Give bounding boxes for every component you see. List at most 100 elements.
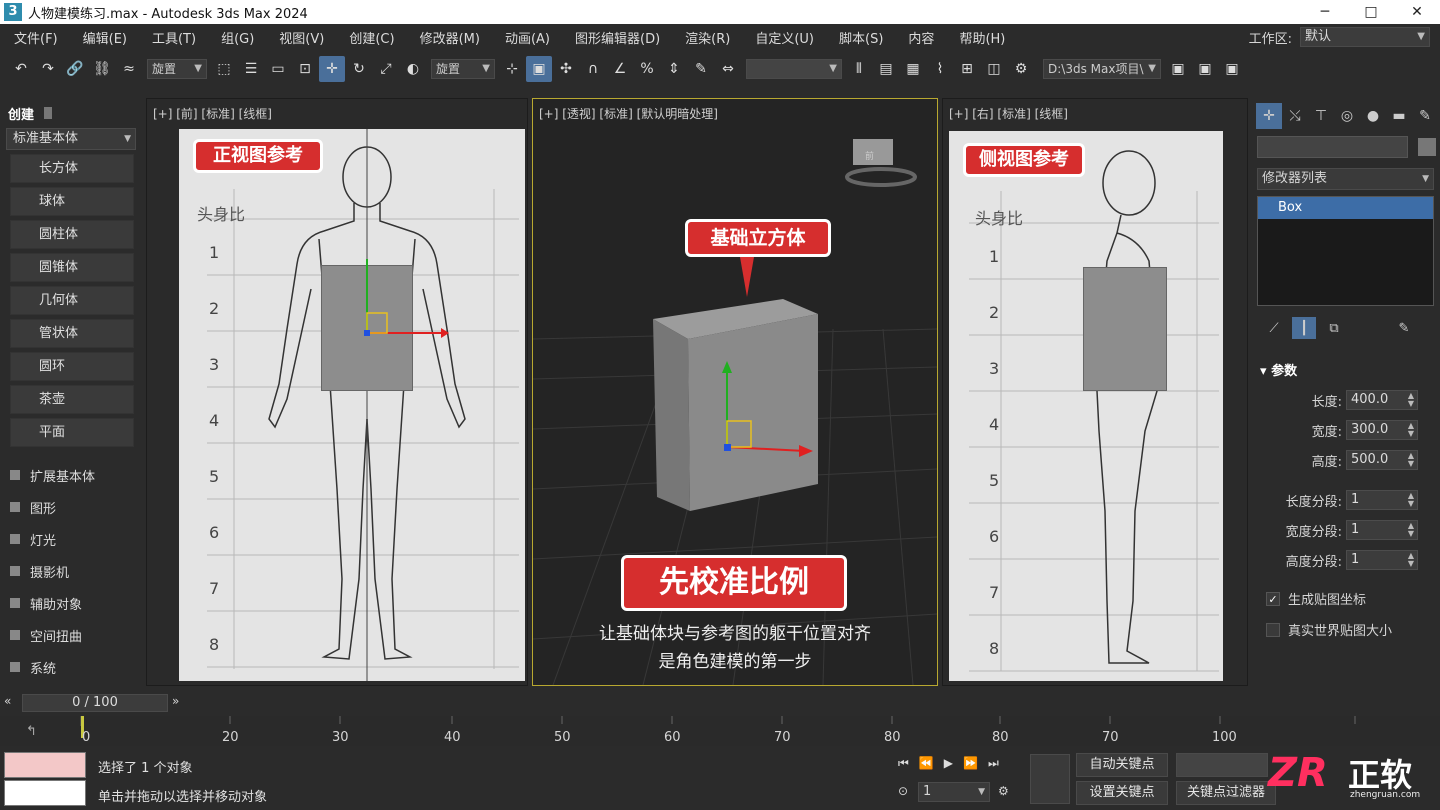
side-viewport[interactable]: [+] [右] [标准] [线框] 侧视图参考 头身比 1 2 3 4 5 6 … bbox=[942, 98, 1248, 686]
box-torso-side[interactable] bbox=[1083, 267, 1167, 391]
render-production-icon[interactable]: ▣ bbox=[1192, 56, 1218, 82]
render-setup-icon[interactable]: ⚙ bbox=[1008, 56, 1034, 82]
next-key-icon[interactable]: ⏩ bbox=[963, 756, 978, 771]
side-viewport-label[interactable]: [+] [右] [标准] [线框] bbox=[949, 105, 1068, 122]
close-button[interactable]: ✕ bbox=[1394, 0, 1440, 24]
select-object-icon[interactable]: ⬚ bbox=[211, 56, 237, 82]
category-cameras[interactable]: 摄影机 bbox=[0, 555, 142, 587]
menu-scripting[interactable]: 脚本(S) bbox=[825, 28, 894, 47]
configure-sets-icon[interactable]: ✎ bbox=[1392, 317, 1416, 339]
select-manipulate-icon[interactable]: ▣ bbox=[526, 56, 552, 82]
project-path-dropdown[interactable]: D:\3ds Max项目\ ▼ bbox=[1043, 59, 1161, 79]
undo-icon[interactable]: ↶ bbox=[8, 56, 34, 82]
prev-key-icon[interactable]: ⏪ bbox=[919, 756, 934, 771]
menu-graph-editors[interactable]: 图形编辑器(D) bbox=[561, 28, 671, 47]
primitive-type-dropdown[interactable]: 标准基本体 ▼ bbox=[6, 128, 136, 150]
link-icon[interactable]: 🔗 bbox=[62, 56, 88, 82]
category-space-warps[interactable]: 空间扭曲 bbox=[0, 619, 142, 651]
set-key-big-icon[interactable] bbox=[1030, 754, 1070, 804]
viewcube-icon[interactable]: 前 bbox=[865, 149, 874, 162]
cone-button[interactable]: 圆锥体 bbox=[10, 253, 134, 282]
key-mode-icon[interactable]: ↰ bbox=[26, 724, 37, 739]
angle-snap-icon[interactable]: ∠ bbox=[607, 56, 633, 82]
box-button[interactable]: 长方体 bbox=[10, 154, 134, 183]
tube-button[interactable]: 管状体 bbox=[10, 319, 134, 348]
menu-customize[interactable]: 自定义(U) bbox=[741, 28, 825, 47]
object-color-swatch[interactable] bbox=[1418, 138, 1436, 156]
hierarchy-tab-icon[interactable]: ⊤ bbox=[1308, 103, 1334, 129]
show-end-result-icon[interactable]: ┃ bbox=[1292, 317, 1316, 339]
menu-views[interactable]: 视图(V) bbox=[265, 28, 335, 47]
stack-item-box[interactable]: Box bbox=[1258, 197, 1433, 219]
rotate-icon[interactable]: ↻ bbox=[346, 56, 372, 82]
next-frame-icon[interactable]: » bbox=[172, 694, 179, 708]
layer-explorer-icon[interactable]: ▤ bbox=[873, 56, 899, 82]
set-key-button[interactable]: 设置关键点 bbox=[1076, 781, 1168, 805]
cylinder-button[interactable]: 圆柱体 bbox=[10, 220, 134, 249]
mirror-icon[interactable]: ⇔ bbox=[715, 56, 741, 82]
torus-button[interactable]: 圆环 bbox=[10, 352, 134, 381]
category-lights[interactable]: 灯光 bbox=[0, 523, 142, 555]
reference-coord-dropdown[interactable]: 旋置 ▼ bbox=[431, 59, 495, 79]
edit-named-selection-icon[interactable]: ✎ bbox=[688, 56, 714, 82]
scale-icon[interactable]: ⤢ bbox=[373, 56, 399, 82]
select-by-name-icon[interactable]: ☰ bbox=[238, 56, 264, 82]
pin-stack-icon[interactable]: ⟋ bbox=[1262, 317, 1286, 339]
utilities-tab-icon[interactable]: ▬ bbox=[1386, 103, 1412, 129]
height-spinner[interactable]: 500.0 ▲ ▼ bbox=[1346, 450, 1418, 470]
key-mode-toggle-icon[interactable]: ⊙ bbox=[898, 784, 908, 798]
menu-help[interactable]: 帮助(H) bbox=[945, 28, 1016, 47]
goto-start-icon[interactable]: ⏮ bbox=[898, 756, 909, 771]
menu-content[interactable]: 内容 bbox=[894, 28, 945, 47]
track-bar[interactable]: ↰ 0 20 30 40 50 60 70 80 80 70 100 bbox=[0, 716, 1440, 746]
minimize-button[interactable]: ─ bbox=[1302, 0, 1348, 24]
real-world-map-size-checkbox[interactable]: 真实世界贴图大小 bbox=[1252, 614, 1440, 645]
keyboard-shortcut-icon[interactable]: ✣ bbox=[553, 56, 579, 82]
menu-group[interactable]: 组(G) bbox=[207, 28, 265, 47]
front-viewport[interactable]: [+] [前] [标准] [线框] 正视图参考 头身比 1 2 3 4 5 6 … bbox=[146, 98, 528, 686]
category-systems[interactable]: 系统 bbox=[0, 651, 142, 683]
key-selection-dropdown[interactable] bbox=[1176, 753, 1268, 777]
menu-edit[interactable]: 编辑(E) bbox=[69, 28, 138, 47]
pivot-center-icon[interactable]: ⊹ bbox=[499, 56, 525, 82]
time-slider[interactable]: 0 / 100 bbox=[22, 694, 168, 712]
move-icon[interactable]: ✛ bbox=[319, 56, 345, 82]
motion-tab-icon[interactable]: ◎ bbox=[1334, 103, 1360, 129]
front-viewport-label[interactable]: [+] [前] [标准] [线框] bbox=[153, 105, 272, 122]
menu-create[interactable]: 创建(C) bbox=[335, 28, 405, 47]
menu-animation[interactable]: 动画(A) bbox=[491, 28, 561, 47]
bind-space-warp-icon[interactable]: ≈ bbox=[116, 56, 142, 82]
modifier-list-dropdown[interactable]: 修改器列表 ▼ bbox=[1257, 168, 1434, 190]
percent-snap-icon[interactable]: % bbox=[634, 56, 660, 82]
plane-button[interactable]: 平面 bbox=[10, 418, 134, 447]
render-active-icon[interactable]: ▣ bbox=[1219, 56, 1245, 82]
named-selection-dropdown[interactable]: ▼ bbox=[746, 59, 842, 79]
category-helpers[interactable]: 辅助对象 bbox=[0, 587, 142, 619]
wrench-icon[interactable]: ✎ bbox=[1412, 103, 1438, 129]
parameters-rollout[interactable]: ▾ 参数 bbox=[1260, 360, 1440, 379]
height-segs-spinner[interactable]: 1 ▲ ▼ bbox=[1346, 550, 1418, 570]
length-segs-spinner[interactable]: 1 ▲ ▼ bbox=[1346, 490, 1418, 510]
maximize-button[interactable]: □ bbox=[1348, 0, 1394, 24]
unlink-icon[interactable]: ⛓ bbox=[89, 56, 115, 82]
maxscript-listener-pink[interactable] bbox=[4, 752, 86, 778]
menu-rendering[interactable]: 渲染(R) bbox=[671, 28, 741, 47]
perspective-viewport[interactable]: [+] [透视] [标准] [默认明暗处理] 前 基础立方体 先校准比例 让基础… bbox=[532, 98, 938, 686]
category-shapes[interactable]: 图形 bbox=[0, 491, 142, 523]
schematic-view-icon[interactable]: ⊞ bbox=[954, 56, 980, 82]
gen-mapping-coords-checkbox[interactable]: ✓ 生成贴图坐标 bbox=[1252, 583, 1440, 614]
object-name-field[interactable] bbox=[1257, 136, 1409, 158]
menu-tools[interactable]: 工具(T) bbox=[138, 28, 207, 47]
width-spinner[interactable]: 300.0 ▲ ▼ bbox=[1346, 420, 1418, 440]
time-config-icon[interactable]: ⚙ bbox=[998, 784, 1009, 798]
window-crossing-icon[interactable]: ⊡ bbox=[292, 56, 318, 82]
modify-tab-icon[interactable]: ⤯ bbox=[1282, 103, 1308, 129]
prev-frame-icon[interactable]: « bbox=[4, 694, 11, 708]
auto-key-button[interactable]: 自动关键点 bbox=[1076, 753, 1168, 777]
rect-selection-icon[interactable]: ▭ bbox=[265, 56, 291, 82]
move-gizmo-icon[interactable] bbox=[179, 129, 525, 681]
curve-editor-icon[interactable]: ⌇ bbox=[927, 56, 953, 82]
key-filters-button[interactable]: 关键点过滤器 bbox=[1176, 781, 1276, 805]
make-unique-icon[interactable]: ⧉ bbox=[1322, 317, 1346, 339]
selection-filter-dropdown[interactable]: 旋置 ▼ bbox=[147, 59, 207, 79]
